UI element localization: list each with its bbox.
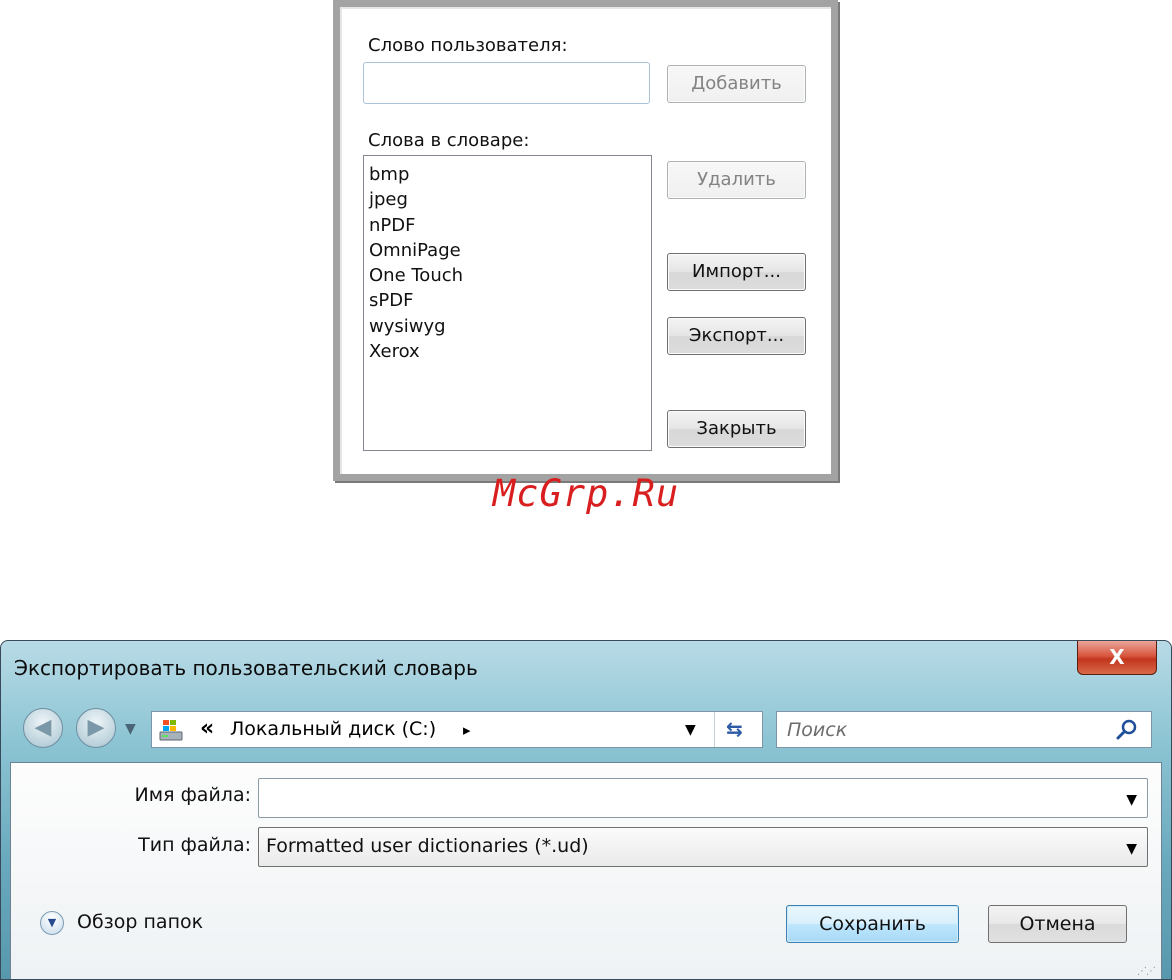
add-button[interactable]: Добавить [667, 65, 806, 103]
forward-button[interactable]: ▶ [76, 708, 116, 748]
path-arrow-icon[interactable]: ▸ [463, 721, 471, 739]
export-button[interactable]: Экспорт... [667, 317, 806, 355]
filetype-label: Тип файла: [138, 834, 251, 856]
dictionary-words-label: Слова в словаре: [368, 130, 530, 151]
address-bar[interactable]: « Локальный диск (C:) ▸ ▼ ⇆ [151, 711, 763, 748]
window-close-button[interactable]: X [1077, 641, 1157, 675]
chevron-down-icon[interactable]: ▼ [1126, 792, 1137, 808]
import-button[interactable]: Импорт... [667, 253, 806, 291]
back-button[interactable]: ◀ [23, 708, 63, 748]
filetype-value: Formatted user dictionaries (*.ud) [266, 835, 589, 857]
address-chevron[interactable]: « [200, 716, 214, 741]
chevron-down-icon[interactable]: ▼ [1126, 841, 1137, 857]
list-item[interactable]: bmp [369, 162, 651, 187]
delete-button[interactable]: Удалить [667, 161, 806, 199]
refresh-icon[interactable]: ⇆ [726, 717, 743, 741]
list-item[interactable]: One Touch [369, 263, 651, 288]
drive-icon [159, 720, 183, 741]
back-arrow-icon: ◀ [34, 715, 52, 740]
window-title: Экспортировать пользовательский словарь [14, 656, 478, 680]
list-item[interactable]: sPDF [369, 288, 651, 313]
user-word-input[interactable] [363, 62, 650, 104]
list-item[interactable]: wysiwyg [369, 314, 651, 339]
dialog-body: Имя файла: ▼ Тип файла: Formatted user d… [10, 762, 1162, 979]
user-dictionary-dialog: Слово пользователя: Добавить Слова в сло… [333, 0, 838, 481]
list-item[interactable]: Xerox [369, 339, 651, 364]
resize-grip-icon[interactable]: ⋰⋰ [1137, 966, 1156, 977]
list-item[interactable]: nPDF [369, 213, 651, 238]
search-placeholder: Поиск [787, 719, 848, 741]
forward-arrow-icon: ▶ [87, 715, 105, 740]
user-word-label: Слово пользователя: [368, 35, 568, 56]
history-dropdown-icon[interactable]: ▼ [125, 721, 136, 737]
filename-label: Имя файла: [134, 784, 251, 806]
filetype-select[interactable]: Formatted user dictionaries (*.ud) ▼ [258, 827, 1148, 867]
address-separator [714, 712, 715, 747]
search-box[interactable]: Поиск [776, 711, 1152, 748]
dictionary-words-list[interactable]: bmp jpeg nPDF OmniPage One Touch sPDF wysiwyg X… [363, 155, 652, 451]
close-button[interactable]: Закрыть [667, 410, 806, 448]
save-button[interactable]: Сохранить [786, 905, 959, 943]
expand-folders-icon[interactable]: ▼ [40, 911, 64, 935]
cancel-button[interactable]: Отмена [988, 905, 1127, 943]
address-path[interactable]: Локальный диск (C:) [230, 718, 436, 740]
list-item[interactable]: jpeg [369, 187, 651, 212]
filename-input[interactable]: ▼ [258, 778, 1148, 818]
list-item[interactable]: OmniPage [369, 238, 651, 263]
watermark: McGrp.Ru [492, 472, 680, 515]
search-icon[interactable] [1115, 718, 1139, 742]
export-dictionary-window: Экспортировать пользовательский словарь … [0, 640, 1172, 980]
browse-folders-toggle[interactable]: Обзор папок [77, 911, 203, 933]
address-dropdown-icon[interactable]: ▼ [685, 722, 696, 738]
close-icon: X [1109, 645, 1125, 669]
